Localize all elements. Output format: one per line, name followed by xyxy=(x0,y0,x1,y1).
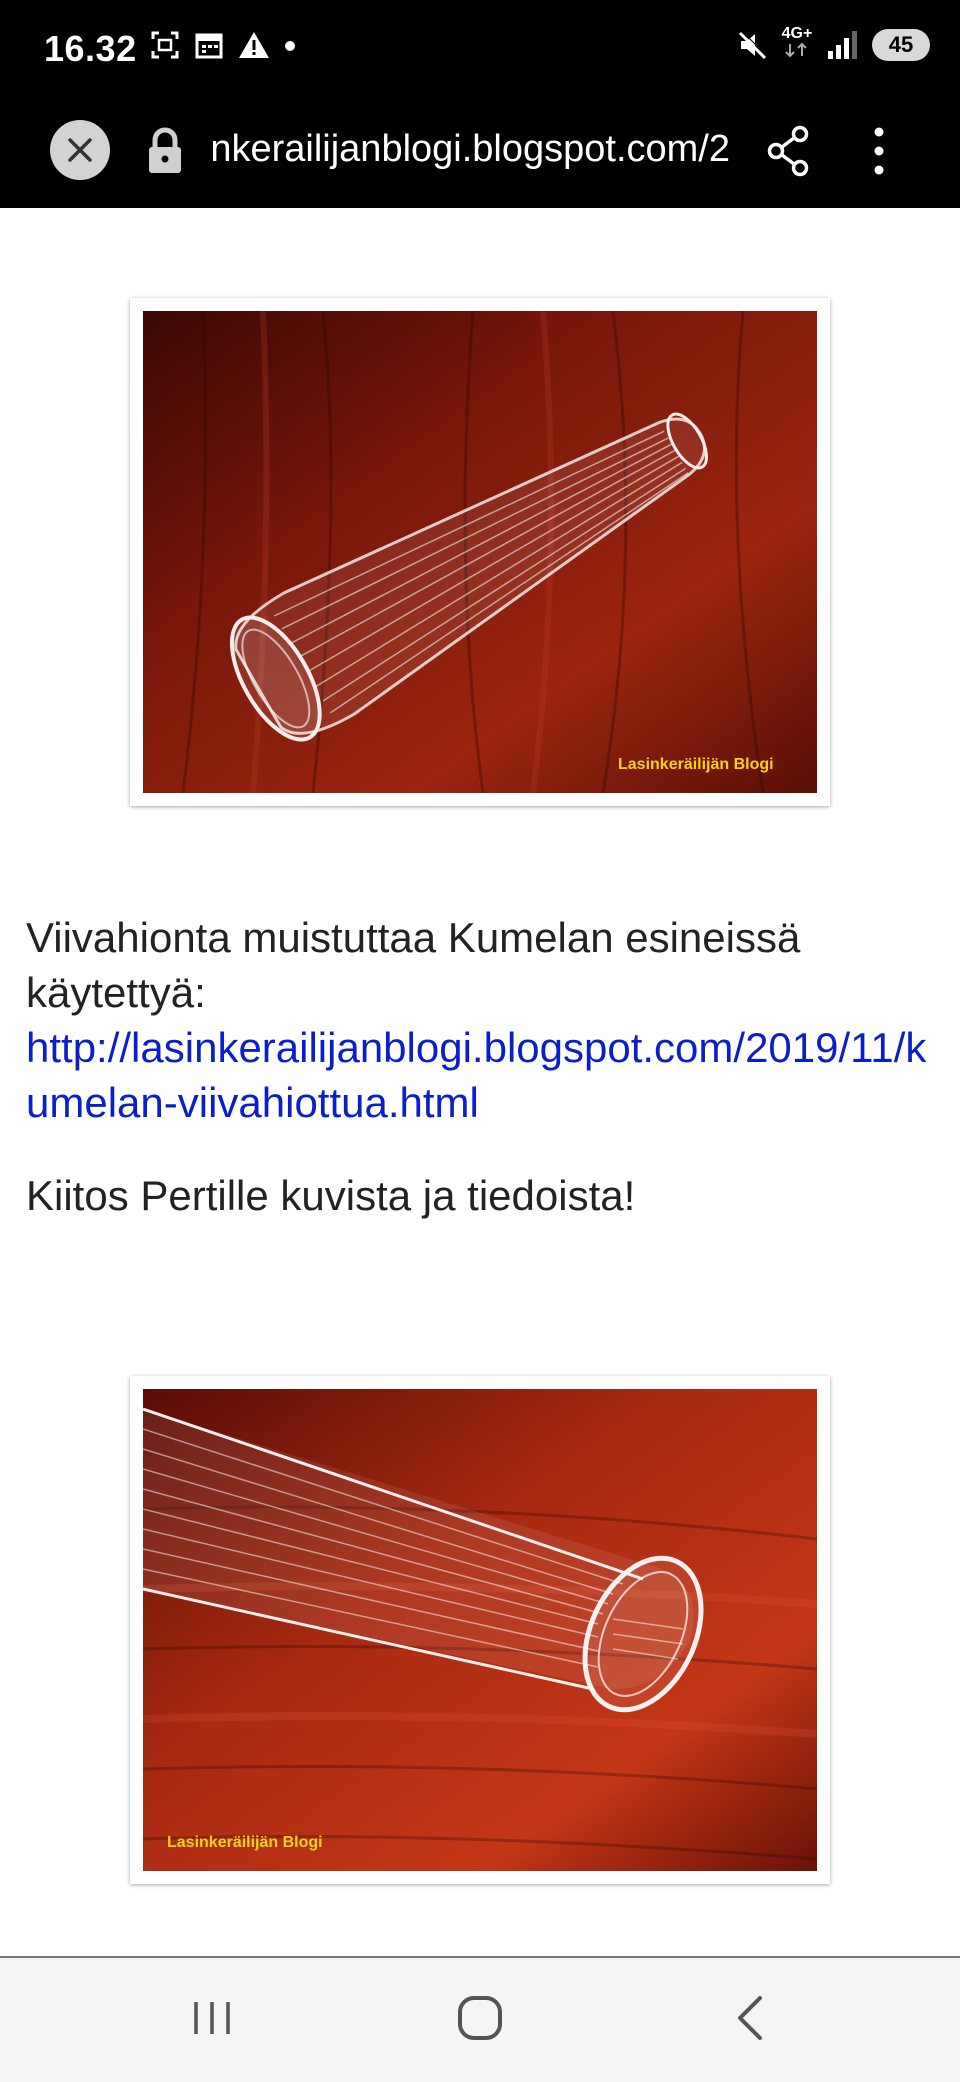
lock-icon[interactable] xyxy=(146,126,184,176)
status-right-icons: 4G+ 45 xyxy=(736,26,930,63)
screenshot-icon xyxy=(151,31,179,59)
battery-icon: 45 xyxy=(872,28,930,61)
close-icon xyxy=(68,138,92,162)
share-icon[interactable] xyxy=(766,124,812,178)
url-text: lasinkerailijanblogi.blogspot.com/2 xyxy=(210,128,730,170)
battery-level: 45 xyxy=(888,31,914,57)
network-label: 4G+ xyxy=(781,25,813,42)
glass-vase-photo-1: Lasinkeräilijän Blogi xyxy=(143,311,817,793)
paragraph-2: Kiitos Pertille kuvista ja tiedoista! xyxy=(26,1168,946,1223)
address-bar: lasinkerailijanblogi.blogspot.com/2 xyxy=(0,102,960,208)
glass-vase-photo-2: Lasinkeräilijän Blogi xyxy=(143,1389,817,1871)
network-icon: 4G+ xyxy=(780,26,814,63)
blog-image-1[interactable]: Lasinkeräilijän Blogi xyxy=(130,298,830,806)
warning-icon xyxy=(239,32,269,58)
paragraph-2-text: Kiitos Pertille kuvista ja tiedoista! xyxy=(26,1172,636,1219)
more-options-icon[interactable] xyxy=(864,124,894,178)
mute-icon xyxy=(738,30,768,59)
image-1-watermark: Lasinkeräilijän Blogi xyxy=(618,756,774,773)
kumelan-article-link[interactable]: http://lasinkerailijanblogi.blogspot.com… xyxy=(26,1024,926,1126)
navigation-bar xyxy=(0,1956,960,2082)
calendar-icon xyxy=(195,33,223,59)
signal-icon xyxy=(828,30,857,59)
home-icon[interactable] xyxy=(456,1988,504,2048)
status-bar: 16.32 4G+ 45 xyxy=(0,0,960,102)
status-time: 16.32 xyxy=(44,28,137,69)
close-tab-button[interactable] xyxy=(50,120,110,180)
url-field[interactable]: lasinkerailijanblogi.blogspot.com/2 xyxy=(210,124,730,180)
recent-apps-icon[interactable] xyxy=(190,1988,234,2048)
blog-image-2[interactable]: Lasinkeräilijän Blogi xyxy=(130,1376,830,1884)
image-2-watermark: Lasinkeräilijän Blogi xyxy=(167,1834,323,1851)
paragraph-1: Viivahionta muistuttaa Kumelan esineissä… xyxy=(26,910,946,1130)
page-content: Lasinkeräilijän Blogi Viivahionta muistu… xyxy=(0,208,960,1956)
paragraph-1-text: Viivahionta muistuttaa Kumelan esineissä… xyxy=(26,914,801,1016)
status-left-icons xyxy=(150,30,296,60)
dot-icon xyxy=(285,41,295,51)
back-icon[interactable] xyxy=(730,1988,770,2048)
